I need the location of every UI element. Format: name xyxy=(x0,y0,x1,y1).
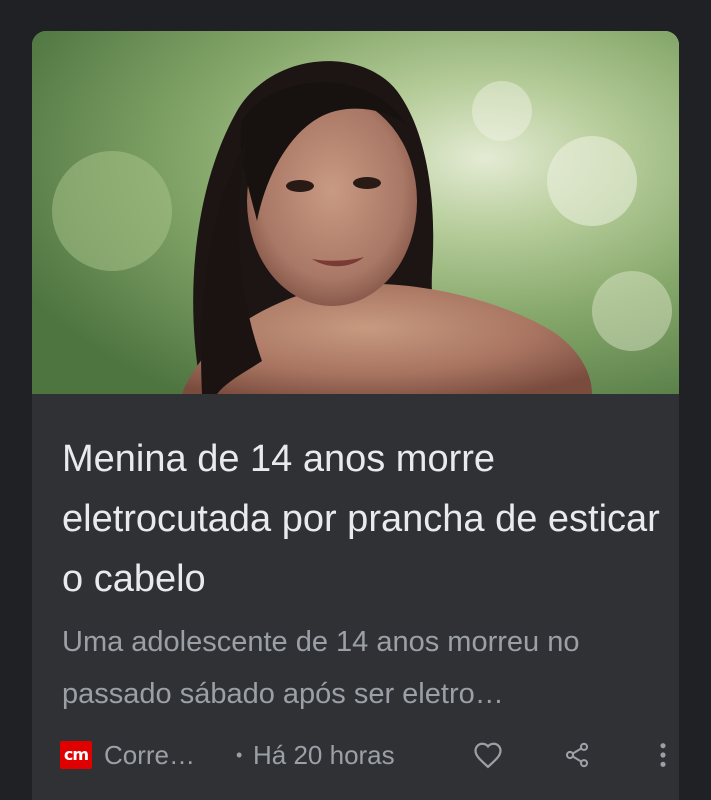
article-photo xyxy=(32,31,679,394)
source-logo: cm xyxy=(60,741,92,769)
publish-time: Há 20 horas xyxy=(253,740,395,770)
article-image[interactable] xyxy=(32,31,679,394)
share-button[interactable] xyxy=(557,735,597,775)
article-footer: cm Corre… • Há 20 horas xyxy=(60,735,666,775)
share-icon xyxy=(565,742,589,768)
news-card[interactable]: Menina de 14 anos morre eletrocutada por… xyxy=(32,31,679,800)
article-title[interactable]: Menina de 14 anos morre eletrocutada por… xyxy=(62,429,662,609)
like-button[interactable] xyxy=(468,735,508,775)
heart-icon xyxy=(474,742,502,769)
more-vert-icon xyxy=(660,743,666,767)
article-snippet[interactable]: Uma adolescente de 14 anos morreu no pas… xyxy=(62,616,662,720)
more-options-button[interactable] xyxy=(643,735,679,775)
source-name[interactable]: Corre… xyxy=(104,739,195,771)
separator-dot: • xyxy=(236,745,243,765)
